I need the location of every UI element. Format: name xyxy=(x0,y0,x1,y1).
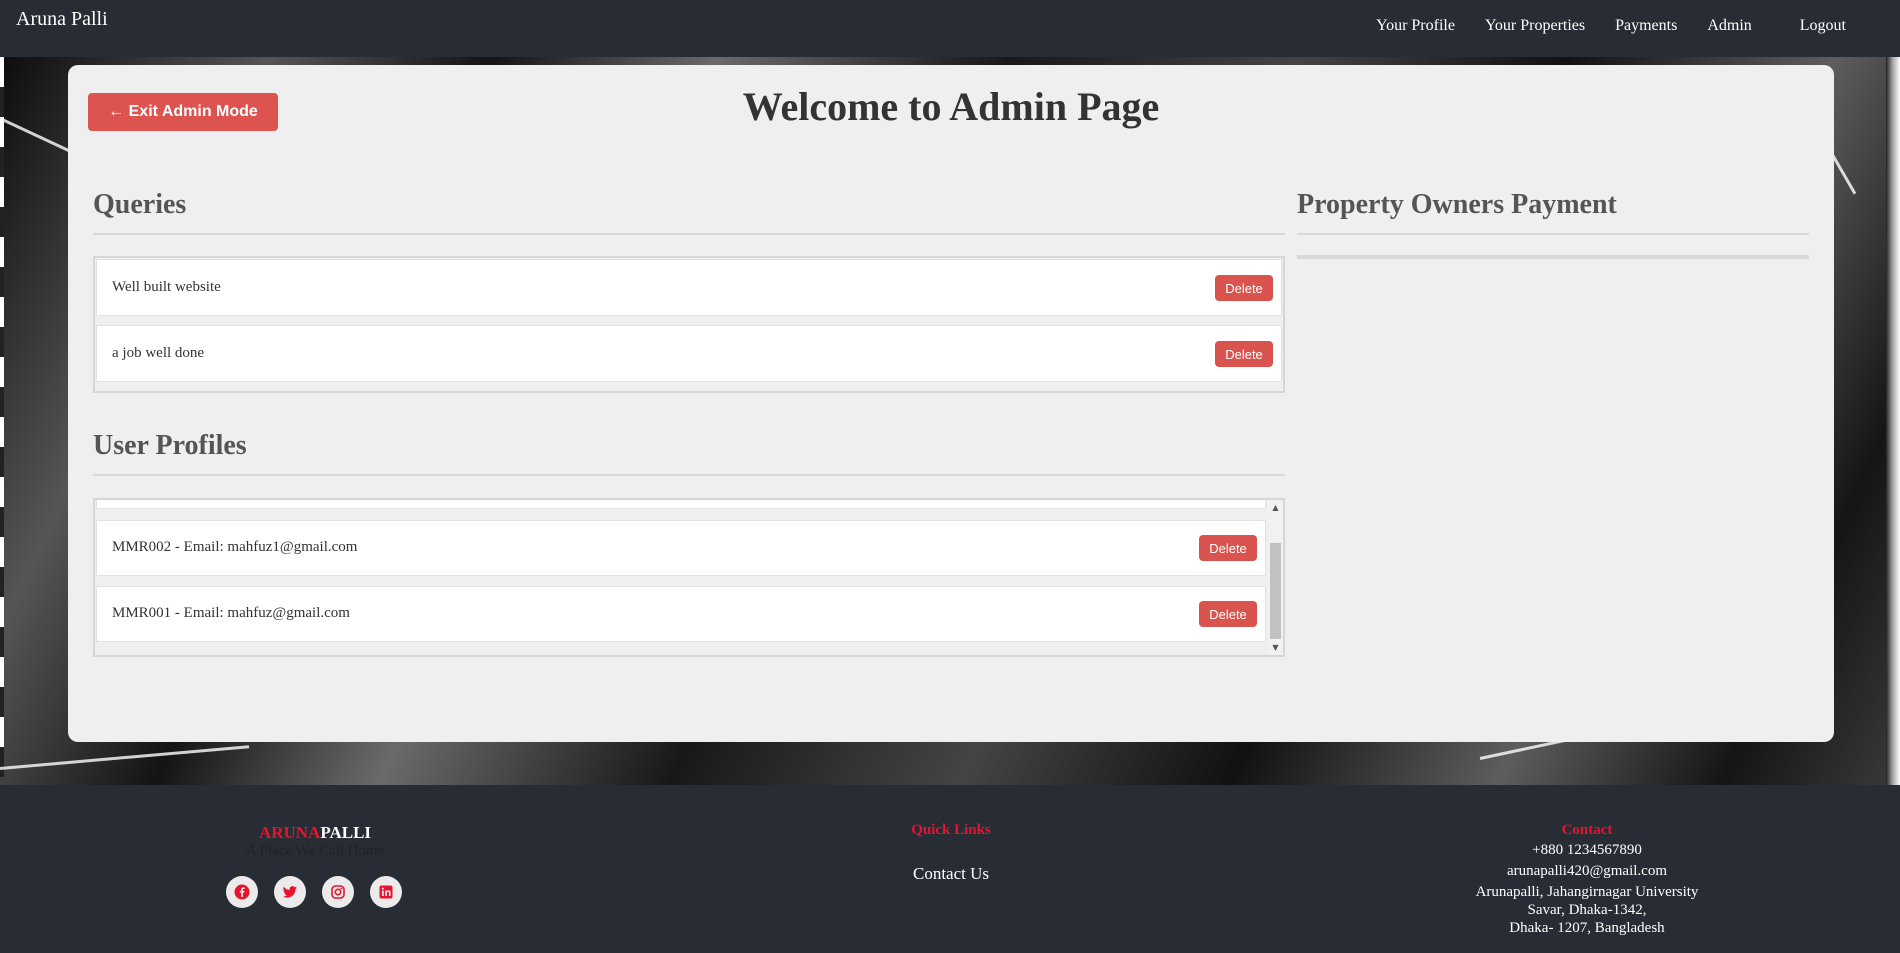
social-links xyxy=(226,876,418,908)
nav-payments[interactable]: Payments xyxy=(1615,17,1677,35)
bg-stripe-left xyxy=(0,57,4,777)
user-list-scrollbar[interactable]: ▲ ▼ xyxy=(1268,500,1283,655)
admin-card: ← Exit Admin Mode Welcome to Admin Page … xyxy=(68,65,1834,742)
scroll-down-icon[interactable]: ▼ xyxy=(1268,640,1283,655)
contact-email: arunapalli420@gmail.com xyxy=(1506,863,1668,879)
brand-logo[interactable]: Aruna Palli xyxy=(16,8,108,31)
contact-title: Contact xyxy=(1561,822,1613,838)
query-item: a job well done Delete xyxy=(96,325,1282,382)
nav-links: Your Profile Your Properties Payments Ad… xyxy=(1346,17,1900,35)
bg-beam xyxy=(0,745,250,770)
payments-list xyxy=(1297,255,1809,259)
contact-us-link[interactable]: Contact Us xyxy=(851,864,1051,884)
queries-divider xyxy=(93,233,1285,235)
user-item: MMR002 - Email: mahfuz1@gmail.com Delete xyxy=(96,520,1266,576)
footer: ARUNAPALLI A Place We Call Home Quick Li… xyxy=(0,785,1900,953)
nav-logout[interactable]: Logout xyxy=(1800,17,1846,35)
instagram-icon[interactable] xyxy=(322,876,354,908)
user-profiles-title: User Profiles xyxy=(93,430,247,461)
navbar: Aruna Palli Your Profile Your Properties… xyxy=(0,0,1900,57)
user-item-partial xyxy=(96,500,1266,509)
contact-address-line: Dhaka- 1207, Bangladesh xyxy=(1509,920,1665,936)
twitter-icon[interactable] xyxy=(274,876,306,908)
query-text: a job well done xyxy=(112,345,205,361)
linkedin-icon[interactable] xyxy=(370,876,402,908)
user-text: MMR002 - Email: mahfuz1@gmail.com xyxy=(112,539,358,555)
nav-admin[interactable]: Admin xyxy=(1707,17,1751,35)
delete-user-button[interactable]: Delete xyxy=(1199,535,1257,561)
bg-stripe-right xyxy=(1886,57,1900,785)
nav-your-profile[interactable]: Your Profile xyxy=(1376,17,1455,35)
scroll-up-icon[interactable]: ▲ xyxy=(1268,500,1283,515)
quick-links-title: Quick Links xyxy=(911,822,991,838)
payments-title: Property Owners Payment xyxy=(1297,189,1617,220)
contact-address-line: Savar, Dhaka-1342, xyxy=(1527,902,1647,918)
footer-brand-white: PALLI xyxy=(320,823,372,842)
user-text: MMR001 - Email: mahfuz@gmail.com xyxy=(112,605,350,621)
contact-address-line: Arunapalli, Jahangirnagar University xyxy=(1475,884,1699,900)
facebook-icon[interactable] xyxy=(226,876,258,908)
user-profiles-list[interactable]: MMR002 - Email: mahfuz1@gmail.com Delete… xyxy=(93,498,1285,657)
delete-user-button[interactable]: Delete xyxy=(1199,601,1257,627)
queries-list: Well built website Delete a job well don… xyxy=(93,256,1285,393)
query-text: Well built website xyxy=(112,279,221,295)
user-profiles-divider xyxy=(93,474,1285,476)
footer-tagline: A Place We Call Home xyxy=(245,843,385,859)
delete-query-button[interactable]: Delete xyxy=(1215,275,1273,301)
payments-divider xyxy=(1297,233,1809,235)
user-item: MMR001 - Email: mahfuz@gmail.com Delete xyxy=(96,586,1266,642)
nav-your-properties[interactable]: Your Properties xyxy=(1485,17,1585,35)
query-item: Well built website Delete xyxy=(96,259,1282,316)
scrollbar-thumb[interactable] xyxy=(1270,543,1281,639)
page-title: Welcome to Admin Page xyxy=(742,84,1160,129)
footer-brand-red: ARUNA xyxy=(258,823,321,842)
queries-title: Queries xyxy=(93,189,187,220)
delete-query-button[interactable]: Delete xyxy=(1215,341,1273,367)
footer-brand: ARUNAPALLI xyxy=(0,823,630,843)
contact-phone: +880 1234567890 xyxy=(1532,842,1642,858)
